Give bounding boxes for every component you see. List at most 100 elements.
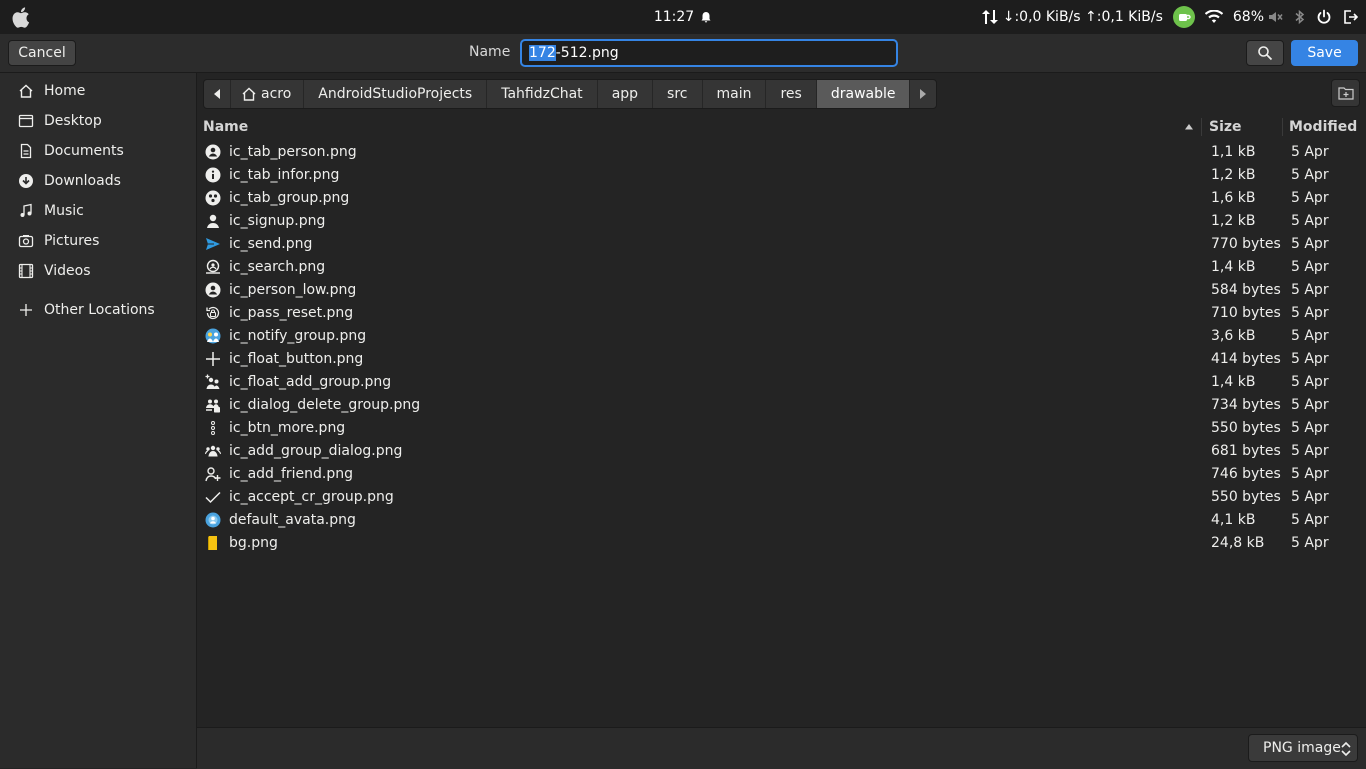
group-icon <box>204 442 221 459</box>
path-crumb-res[interactable]: res <box>766 80 817 108</box>
file-name: ic_send.png <box>229 235 313 252</box>
file-size: 1,2 kB <box>1211 212 1256 229</box>
cancel-button[interactable]: Cancel <box>8 40 76 66</box>
speaker-muted-icon[interactable] <box>1268 10 1284 24</box>
file-name: ic_tab_group.png <box>229 189 350 206</box>
apple-logo-icon[interactable] <box>7 3 35 31</box>
file-row[interactable]: ic_tab_group.png 1,6 kB 5 Apr <box>197 186 1366 209</box>
path-crumb-acro[interactable]: acro <box>231 80 305 108</box>
caffeine-cup-icon[interactable] <box>1172 6 1195 28</box>
bluetooth-icon[interactable] <box>1294 9 1306 25</box>
path-scroll-left-button[interactable] <box>204 80 231 108</box>
sidebar-item-videos[interactable]: Videos <box>0 256 196 286</box>
column-header-label: Size <box>1209 119 1242 135</box>
file-row[interactable]: ic_notify_group.png 3,6 kB 5 Apr <box>197 324 1366 347</box>
music-icon <box>18 203 34 219</box>
column-separator <box>1201 118 1202 136</box>
file-row[interactable]: ic_btn_more.png 550 bytes 5 Apr <box>197 416 1366 439</box>
file-name: ic_pass_reset.png <box>229 304 354 321</box>
wifi-icon[interactable] <box>1204 10 1223 24</box>
bell-icon <box>701 12 711 23</box>
file-name: bg.png <box>229 534 278 551</box>
file-size: 746 bytes <box>1211 465 1281 482</box>
info-icon <box>204 166 221 183</box>
home-icon <box>18 83 34 99</box>
file-row[interactable]: bg.png 24,8 kB 5 Apr <box>197 531 1366 554</box>
file-row[interactable]: ic_float_button.png 414 bytes 5 Apr <box>197 347 1366 370</box>
chevron-left-icon <box>214 89 220 99</box>
bottom-bar <box>197 727 1366 769</box>
add-friend-icon <box>204 465 221 482</box>
sidebar-item-home[interactable]: Home <box>0 76 196 106</box>
sidebar-item-music[interactable]: Music <box>0 196 196 226</box>
clock[interactable]: 11:27 <box>654 9 694 25</box>
file-row[interactable]: ic_add_group_dialog.png 681 bytes 5 Apr <box>197 439 1366 462</box>
sidebar-item-label: Documents <box>44 143 124 159</box>
path-crumb-src[interactable]: src <box>653 80 703 108</box>
column-header-name[interactable]: Name <box>203 116 1198 138</box>
column-header-size[interactable]: Size <box>1209 116 1279 138</box>
file-row[interactable]: ic_person_low.png 584 bytes 5 Apr <box>197 278 1366 301</box>
file-size: 710 bytes <box>1211 304 1281 321</box>
path-crumb-drawable[interactable]: drawable <box>816 80 911 108</box>
home-icon <box>242 87 256 101</box>
file-size: 1,1 kB <box>1211 143 1256 160</box>
network-transfer-icon[interactable] <box>981 9 999 25</box>
file-modified: 5 Apr <box>1291 442 1329 459</box>
file-name: ic_add_friend.png <box>229 465 353 482</box>
file-modified: 5 Apr <box>1291 511 1329 528</box>
file-row[interactable]: ic_tab_infor.png 1,2 kB 5 Apr <box>197 163 1366 186</box>
file-row[interactable]: ic_dialog_delete_group.png 734 bytes 5 A… <box>197 393 1366 416</box>
path-crumb-main[interactable]: main <box>703 80 767 108</box>
new-folder-button[interactable] <box>1331 79 1360 107</box>
top-panel: 11:27 ↓:0,0 KiB/s ↑:0,1 KiB/s 68% <box>0 0 1366 34</box>
file-name: ic_notify_group.png <box>229 327 367 344</box>
column-header-label: Modified <box>1289 119 1358 135</box>
file-row[interactable]: default_avata.png 4,1 kB 5 Apr <box>197 508 1366 531</box>
filename-rest-text: -512.png <box>555 45 619 61</box>
signup-icon <box>204 212 221 229</box>
file-modified: 5 Apr <box>1291 143 1329 160</box>
path-crumb-tahfidzchat[interactable]: TahfidzChat <box>487 80 598 108</box>
file-size: 24,8 kB <box>1211 534 1265 551</box>
sidebar-item-pictures[interactable]: Pictures <box>0 226 196 256</box>
file-size: 770 bytes <box>1211 235 1281 252</box>
file-size: 550 bytes <box>1211 419 1281 436</box>
file-size: 584 bytes <box>1211 281 1281 298</box>
file-row[interactable]: ic_tab_person.png 1,1 kB 5 Apr <box>197 140 1366 163</box>
file-row[interactable]: ic_search.png 1,4 kB 5 Apr <box>197 255 1366 278</box>
sidebar-item-other-locations[interactable]: Other Locations <box>0 295 196 325</box>
search-people-icon <box>204 258 221 275</box>
file-row[interactable]: ic_float_add_group.png 1,4 kB 5 Apr <box>197 370 1366 393</box>
file-row[interactable]: ic_send.png 770 bytes 5 Apr <box>197 232 1366 255</box>
path-crumb-androidstudioprojects[interactable]: AndroidStudioProjects <box>304 80 488 108</box>
column-header-modified[interactable]: Modified <box>1289 116 1364 138</box>
file-modified: 5 Apr <box>1291 327 1329 344</box>
sidebar-item-label: Home <box>44 83 86 99</box>
chevron-up-down-icon <box>1341 741 1351 757</box>
file-name: ic_dialog_delete_group.png <box>229 396 421 413</box>
file-row[interactable]: ic_pass_reset.png 710 bytes 5 Apr <box>197 301 1366 324</box>
sidebar-item-desktop[interactable]: Desktop <box>0 106 196 136</box>
filename-selected-text: 172 <box>529 45 556 61</box>
person-circle-icon <box>204 281 221 298</box>
logout-icon[interactable] <box>1342 9 1358 25</box>
path-crumb-app[interactable]: app <box>598 80 654 108</box>
sidebar-item-documents[interactable]: Documents <box>0 136 196 166</box>
sort-ascending-icon <box>1185 124 1193 130</box>
path-scroll-right-button[interactable] <box>910 80 936 108</box>
pictures-icon <box>18 233 34 249</box>
file-modified: 5 Apr <box>1291 373 1329 390</box>
file-row[interactable]: ic_accept_cr_group.png 550 bytes 5 Apr <box>197 485 1366 508</box>
file-modified: 5 Apr <box>1291 304 1329 321</box>
file-row[interactable]: ic_signup.png 1,2 kB 5 Apr <box>197 209 1366 232</box>
power-icon[interactable] <box>1316 9 1332 25</box>
documents-icon <box>18 143 34 159</box>
save-button[interactable]: Save <box>1291 40 1358 66</box>
sidebar-item-downloads[interactable]: Downloads <box>0 166 196 196</box>
filename-input[interactable]: 172 -512.png <box>520 39 898 67</box>
search-button[interactable] <box>1246 40 1284 66</box>
name-label: Name <box>469 44 511 60</box>
file-row[interactable]: ic_add_friend.png 746 bytes 5 Apr <box>197 462 1366 485</box>
file-type-filter-select[interactable]: PNG image <box>1248 734 1358 762</box>
